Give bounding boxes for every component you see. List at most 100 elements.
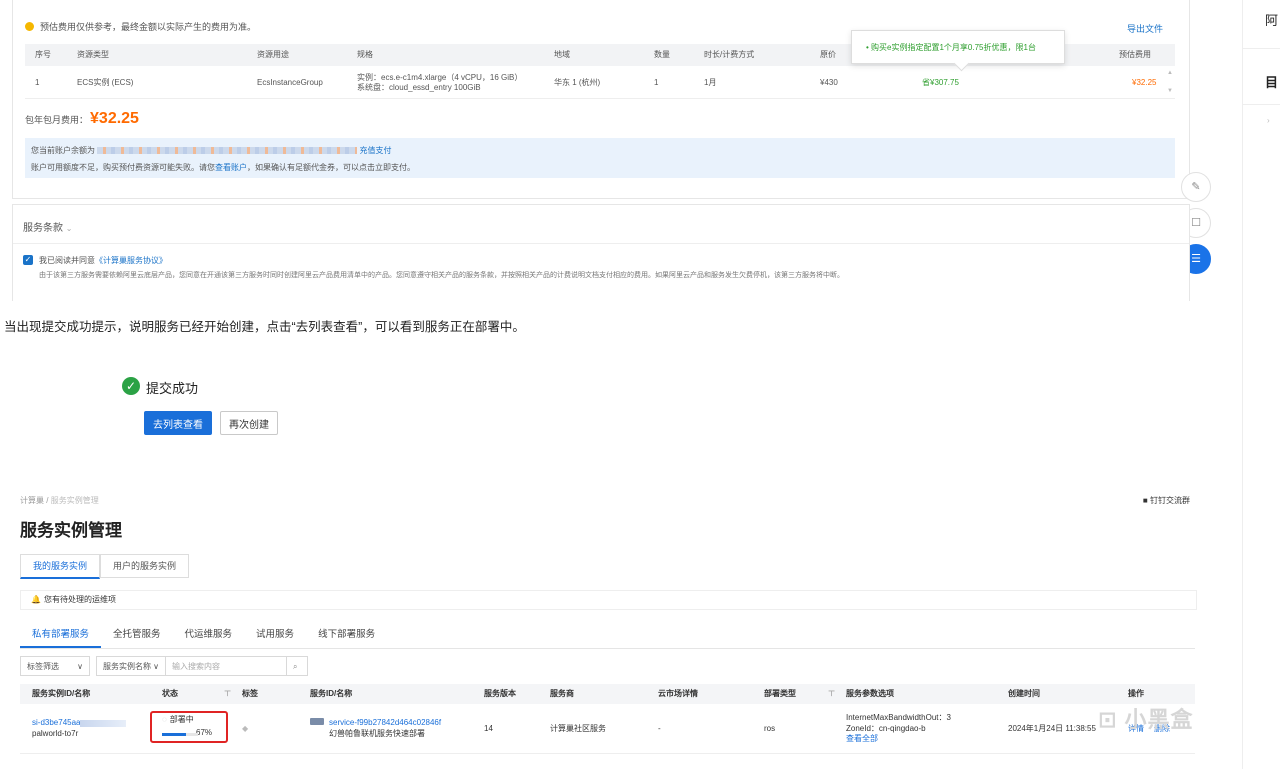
tab-managed-ops[interactable]: 代运维服务 bbox=[173, 626, 245, 648]
article-paragraph: 当出现提交成功提示，说明服务已经开始创建，点击“去列表查看”，可以看到服务正在部… bbox=[4, 320, 525, 334]
col-region: 地域 bbox=[554, 49, 570, 59]
create-again-button[interactable]: 再次创建 bbox=[220, 411, 278, 435]
agree-text: 我已阅读并同意《计算巢服务协议》 bbox=[39, 255, 167, 266]
page-title: 服务实例管理 bbox=[20, 521, 122, 540]
instance-id: si-d3be745aa bbox=[32, 718, 81, 728]
export-file-link[interactable]: 导出文件 bbox=[1127, 22, 1163, 35]
created-time: 2024年1月24日 11:38:55 bbox=[1008, 723, 1096, 733]
breadcrumb-current: 服务实例管理 bbox=[50, 496, 99, 505]
terms-panel: 服务条款 ⌄ ✓ 我已阅读并同意《计算巢服务协议》 由于该第三方服务需要依赖阿里… bbox=[12, 204, 1190, 301]
row-region: 华东 1 (杭州) bbox=[554, 77, 601, 87]
col-actions: 操作 bbox=[1128, 688, 1144, 698]
service-name: 幻兽帕鲁联机服务快速部署 bbox=[329, 729, 425, 738]
scroll-up-icon[interactable]: ▲ bbox=[1167, 70, 1173, 76]
service-id-link[interactable]: service-f99b27842d464c02846f bbox=[310, 718, 441, 729]
dingtalk-icon: ■ bbox=[1142, 496, 1148, 505]
instance-table-header: 服务实例ID/名称 状态 ⊤ 标签 服务ID/名称 服务版本 服务商 云市场详情… bbox=[20, 684, 1195, 704]
agree-checkbox[interactable]: ✓ bbox=[23, 255, 33, 265]
col-created: 创建时间 bbox=[1008, 688, 1040, 698]
row-est-price: ¥32.25 bbox=[1132, 77, 1157, 87]
recharge-link[interactable]: 充值支付 bbox=[359, 146, 391, 155]
name-filter-select[interactable]: 服务实例名称 ∨ bbox=[96, 656, 166, 676]
chevron-right-icon[interactable]: › bbox=[1267, 116, 1270, 125]
col-params: 服务参数选项 bbox=[846, 688, 894, 698]
service-agreement-link[interactable]: 《计算巢服务协议》 bbox=[95, 256, 167, 265]
scroll-down-icon[interactable]: ▼ bbox=[1167, 88, 1173, 94]
instance-id-link[interactable]: si-d3be745aa bbox=[32, 718, 127, 729]
filter-icon[interactable]: ⊤ bbox=[224, 684, 231, 704]
row-resource-usage: EcsInstanceGroup bbox=[257, 77, 323, 87]
tag-filter-select[interactable]: 标签筛选 ∨ bbox=[20, 656, 90, 676]
bell-icon: 🔔 bbox=[31, 595, 41, 604]
search-icon[interactable]: ⌕ bbox=[286, 656, 308, 676]
edit-icon[interactable]: ✎ bbox=[1181, 172, 1211, 202]
divider bbox=[20, 648, 1195, 649]
terms-title-text: 服务条款 bbox=[23, 223, 63, 234]
tab-my-instances[interactable]: 我的服务实例 bbox=[20, 554, 101, 579]
balance-warning-b: ，如果确认有足额代金券，可以点击立即支付。 bbox=[247, 163, 415, 172]
billing-panel: 预估费用仅供参考，最终金额以实际产生的费用为准。 导出文件 序号 资源类型 资源… bbox=[12, 0, 1190, 199]
tag-icon[interactable]: ◆ bbox=[242, 705, 248, 753]
tab-offline-deploy[interactable]: 线下部署服务 bbox=[306, 626, 387, 648]
market-detail: - bbox=[658, 723, 661, 733]
params-cell: InternetMaxBandwidthOut：3 ZoneId：cn-qing… bbox=[846, 705, 951, 753]
info-dot-icon bbox=[25, 22, 34, 31]
balance-line-1: 您当前账户余额为 充值支付 bbox=[31, 145, 391, 156]
col-resource-usage: 资源用途 bbox=[257, 49, 289, 59]
divider bbox=[1243, 48, 1280, 49]
ops-alert[interactable]: 🔔 您有待处理的运维项 bbox=[20, 590, 1197, 610]
breadcrumb-root[interactable]: 计算巢 bbox=[20, 496, 44, 505]
col-tags: 标签 bbox=[242, 688, 258, 698]
breadcrumb-separator: / bbox=[46, 496, 49, 505]
terms-title[interactable]: 服务条款 ⌄ bbox=[23, 219, 72, 234]
col-resource-type: 资源类型 bbox=[77, 49, 109, 59]
chevron-down-icon: ⌄ bbox=[65, 224, 73, 233]
balance-prefix: 您当前账户余额为 bbox=[31, 146, 95, 155]
instance-name: palworld-to7r bbox=[32, 729, 79, 738]
toc-heading: 目 bbox=[1265, 75, 1279, 90]
tab-fully-managed[interactable]: 全托管服务 bbox=[101, 626, 173, 648]
param-zone: ZoneId：cn-qingdao-b bbox=[846, 723, 926, 733]
redacted-id bbox=[80, 719, 127, 727]
service-provider: 计算巢社区服务 bbox=[550, 723, 606, 733]
row-orig-price: ¥430 bbox=[820, 77, 838, 87]
total-fee-label: 包年包月费用： bbox=[25, 115, 89, 125]
check-circle-icon: ✓ bbox=[122, 377, 140, 395]
ops-alert-text: 您有待处理的运维项 bbox=[43, 595, 116, 604]
col-duration: 时长/计费方式 bbox=[704, 49, 755, 59]
row-duration: 1月 bbox=[704, 77, 717, 87]
instance-id-cell: si-d3be745aa palworld-to7r bbox=[32, 705, 127, 753]
discount-tooltip: • 购买e实例指定配置1个月享0.75折优惠，限1台 bbox=[851, 30, 1065, 64]
col-instance-id: 服务实例ID/名称 bbox=[32, 688, 91, 698]
divider bbox=[1243, 104, 1280, 105]
search-placeholder: 输入搜索内容 bbox=[172, 662, 220, 671]
chevron-down-icon: ∨ bbox=[77, 662, 83, 671]
col-qty: 数量 bbox=[654, 49, 670, 59]
col-provider: 服务商 bbox=[550, 688, 574, 698]
row-spec: 实例：ecs.e-c1m4.xlarge（4 vCPU，16 GiB） 系统盘：… bbox=[357, 68, 522, 98]
view-list-button[interactable]: 去列表查看 bbox=[144, 411, 212, 435]
filter-icon[interactable]: ⊤ bbox=[828, 684, 835, 704]
search-input[interactable]: 输入搜索内容 bbox=[165, 656, 287, 676]
view-all-params-link[interactable]: 查看全部 bbox=[846, 734, 878, 745]
balance-notice: 您当前账户余额为 充值支付 账户可用额度不足，购买预付费资源可能失败。请您查看账… bbox=[25, 138, 1175, 178]
row-spec-disk: 系统盘：cloud_essd_entry 100GiB bbox=[357, 83, 481, 92]
submit-success-text: 提交成功 bbox=[146, 381, 199, 396]
service-version: 14 bbox=[484, 723, 493, 733]
service-id: service-f99b27842d464c02846f bbox=[329, 718, 442, 728]
right-sidebar: 阿 目 › bbox=[1242, 0, 1280, 769]
tab-user-instances[interactable]: 用户的服务实例 bbox=[100, 554, 190, 578]
status-highlight-box bbox=[150, 711, 228, 743]
service-type-tabs: 私有部署服务 全托管服务 代运维服务 试用服务 线下部署服务 bbox=[20, 626, 387, 648]
tab-trial[interactable]: 试用服务 bbox=[244, 626, 306, 648]
service-logo-icon bbox=[310, 718, 324, 726]
col-status: 状态 bbox=[162, 688, 178, 698]
redacted-balance bbox=[97, 147, 358, 155]
view-account-link[interactable]: 查看账户 bbox=[215, 163, 247, 172]
dingtalk-group-link[interactable]: ■ 钉钉交流群 bbox=[1143, 495, 1190, 506]
col-spec: 规格 bbox=[357, 49, 373, 59]
row-spec-instance: 实例：ecs.e-c1m4.xlarge（4 vCPU，16 GiB） bbox=[357, 72, 523, 82]
col-index: 序号 bbox=[35, 49, 51, 59]
tab-private-deploy[interactable]: 私有部署服务 bbox=[20, 626, 102, 648]
chevron-down-icon: ∨ bbox=[153, 662, 159, 671]
